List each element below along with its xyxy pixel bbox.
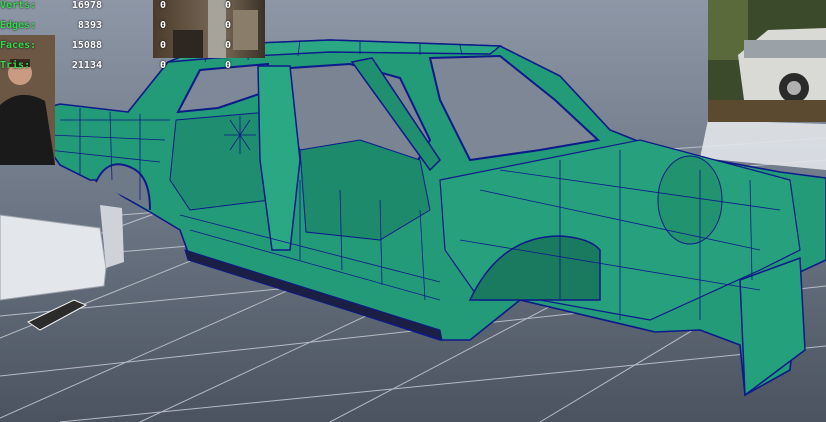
reference-image-right — [708, 0, 826, 122]
hud-label: Verts: — [0, 0, 37, 11]
hud-label: Tris: — [0, 60, 31, 71]
hud-row-tris: Tris: 21134 0 0 — [0, 60, 250, 76]
hud-selected: 0 — [160, 60, 167, 71]
3d-viewport[interactable]: Verts: 16978 0 0 Edges: 8393 0 0 Faces: … — [0, 0, 826, 422]
hud-extra: 0 — [225, 60, 232, 71]
hud-count: 8393 — [77, 20, 102, 31]
hud-row-verts: Verts: 16978 0 0 — [0, 0, 250, 16]
hud-selected: 0 — [160, 20, 167, 31]
hud-count: 21134 — [71, 60, 102, 71]
hud-extra: 0 — [225, 40, 232, 51]
hud-row-edges: Edges: 8393 0 0 — [0, 20, 250, 36]
poly-count-hud: Verts: 16978 0 0 Edges: 8393 0 0 Faces: … — [0, 0, 250, 80]
reference-plane-left — [0, 214, 107, 301]
hud-label: Faces: — [0, 40, 37, 51]
reference-image-right-art — [708, 0, 826, 122]
hud-count: 15088 — [71, 40, 102, 51]
hud-extra: 0 — [225, 20, 232, 31]
hud-selected: 0 — [160, 0, 167, 11]
hud-selected: 0 — [160, 40, 167, 51]
hud-label: Edges: — [0, 20, 37, 31]
floor-object — [26, 299, 88, 331]
hud-row-faces: Faces: 15088 0 0 — [0, 40, 250, 56]
hud-count: 16978 — [71, 0, 102, 11]
hud-extra: 0 — [225, 0, 232, 11]
front-bumper — [739, 256, 806, 397]
